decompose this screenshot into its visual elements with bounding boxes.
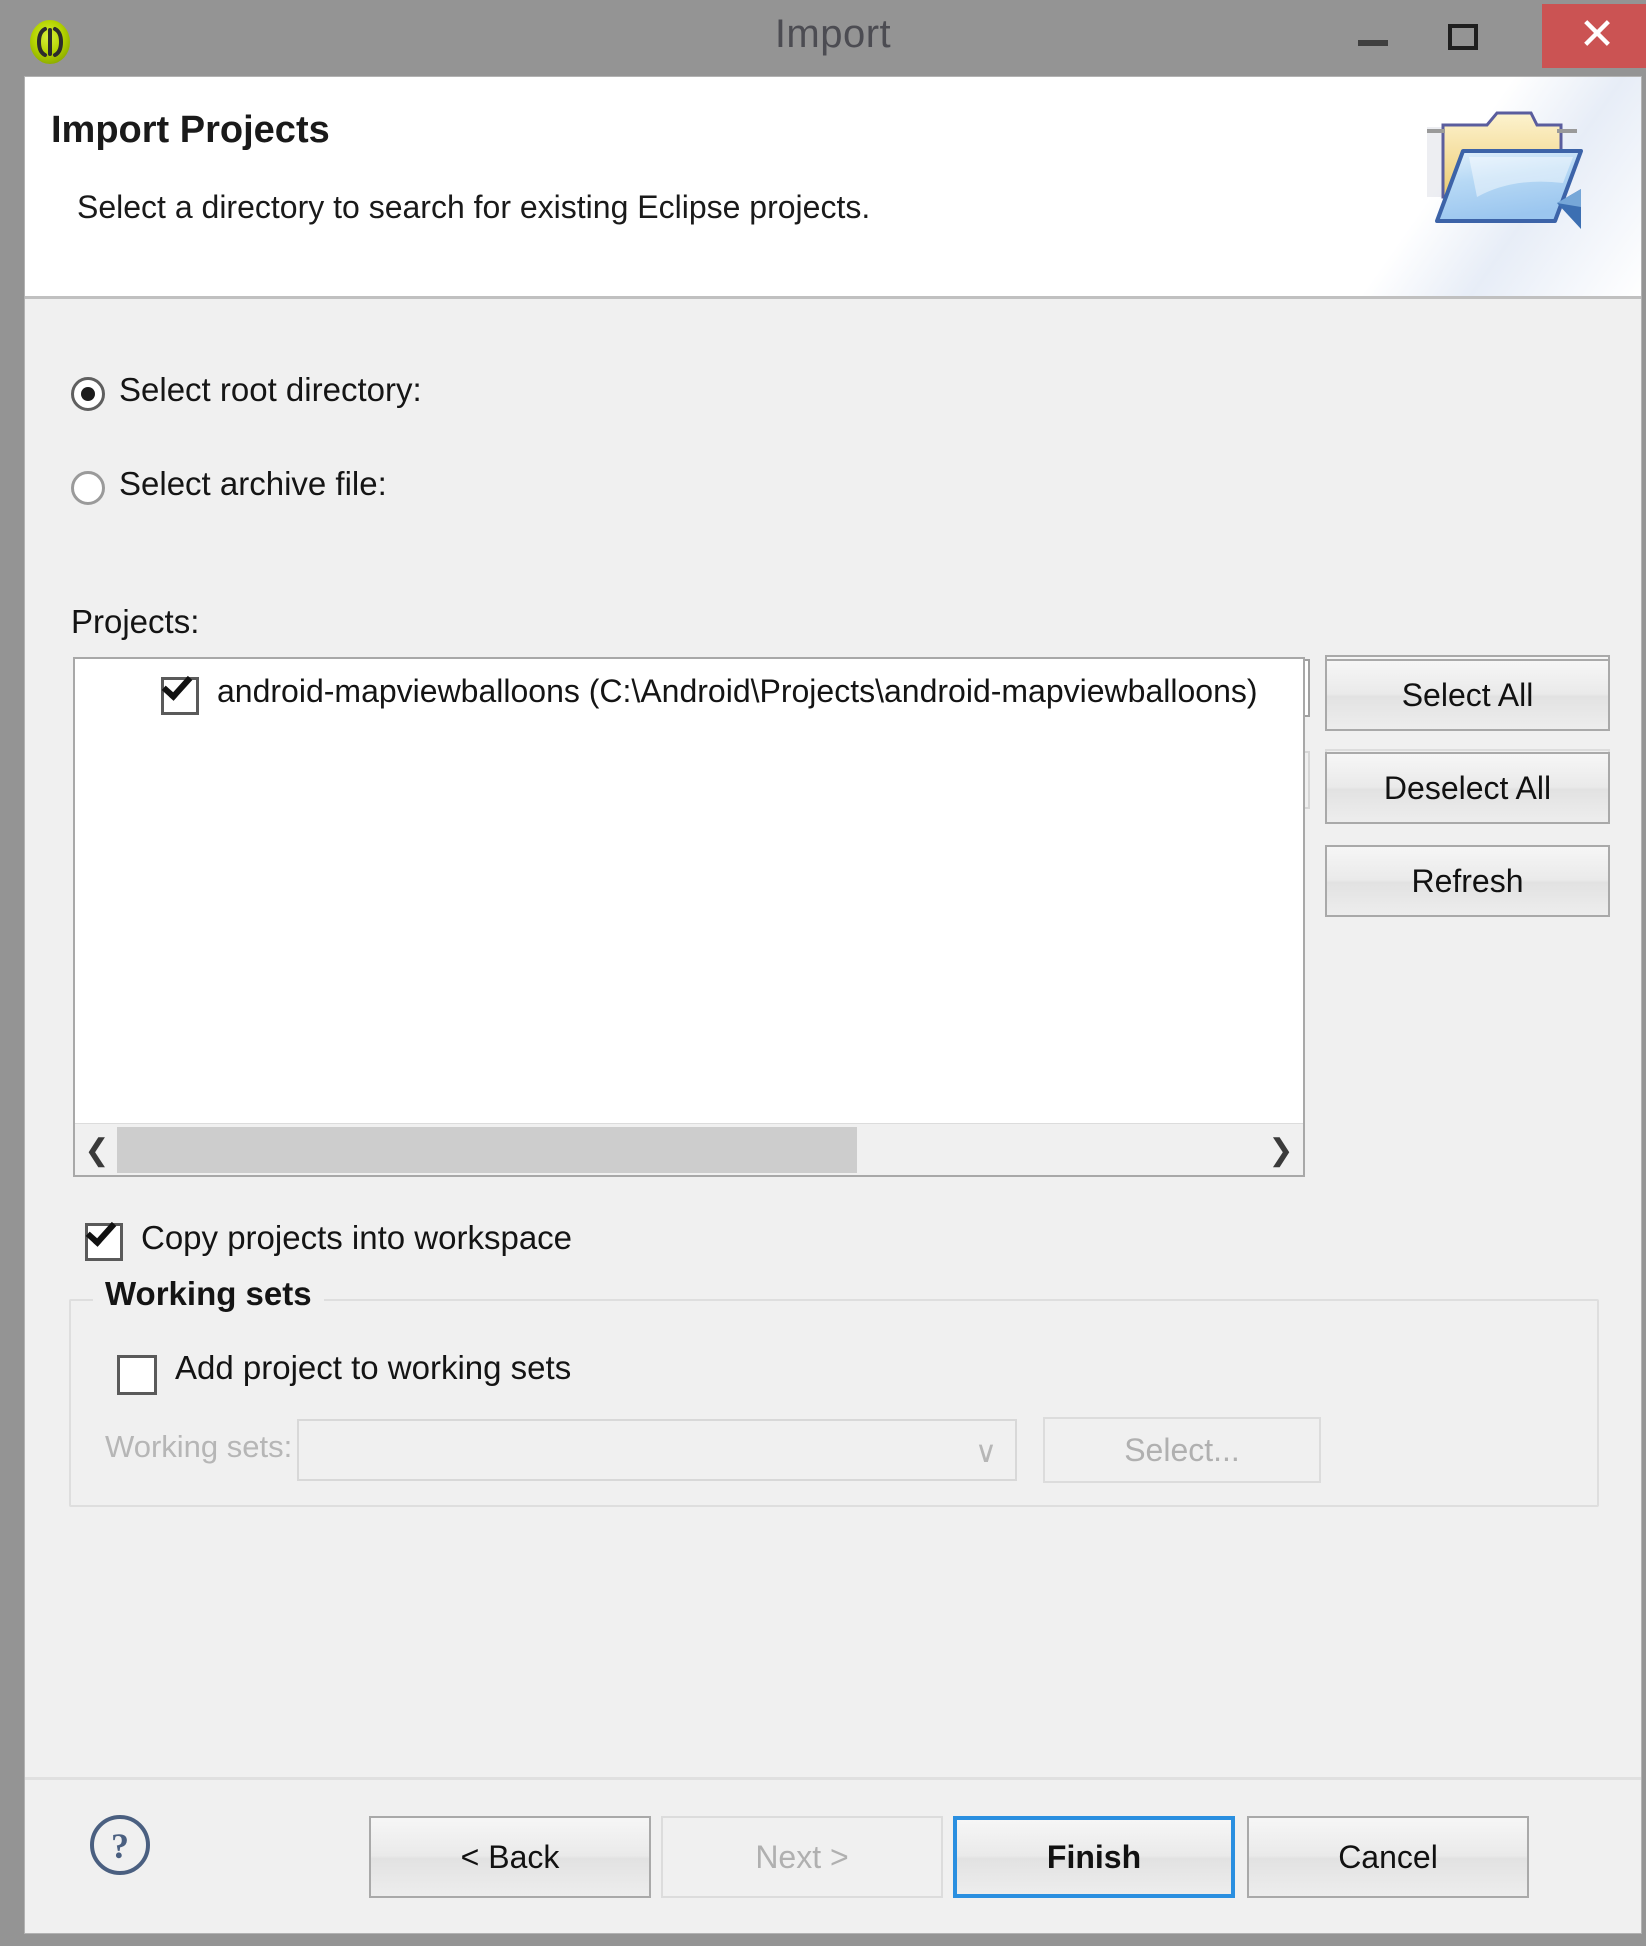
maximize-button[interactable]	[1418, 4, 1508, 68]
horizontal-scrollbar[interactable]: ❮ ❯	[75, 1123, 1303, 1175]
back-label: < Back	[460, 1838, 560, 1875]
working-sets-select-button[interactable]: Select...	[1043, 1417, 1321, 1483]
finish-label: Finish	[1046, 1838, 1142, 1875]
add-project-to-working-sets-label: Add project to working sets	[175, 1349, 572, 1386]
svg-text:?: ?	[111, 1826, 129, 1866]
project-label: android-mapviewballoons (C:\Android\Proj…	[217, 673, 1258, 709]
refresh-label: Refresh	[1411, 862, 1524, 899]
minimize-button[interactable]	[1328, 4, 1418, 68]
import-folder-icon	[1405, 99, 1595, 249]
deselect-all-button[interactable]: Deselect All	[1325, 752, 1610, 824]
close-icon: ✕	[1578, 10, 1616, 59]
scrollbar-thumb[interactable]	[117, 1127, 857, 1173]
chevron-down-icon: ∨	[975, 1436, 997, 1469]
deselect-all-label: Deselect All	[1383, 769, 1552, 806]
cancel-label: Cancel	[1338, 1838, 1438, 1875]
wizard-header: Import Projects Select a directory to se…	[25, 77, 1641, 299]
radio-dot	[81, 387, 95, 401]
radio-label-root: Select root directory:	[119, 371, 422, 408]
finish-button[interactable]: Finish	[953, 1816, 1235, 1898]
working-sets-group: Working sets Add project to working sets…	[69, 1275, 1599, 1507]
close-button[interactable]: ✕	[1542, 4, 1646, 68]
refresh-button[interactable]: Refresh	[1325, 845, 1610, 917]
radio-indicator-archive	[71, 471, 105, 505]
wizard-content: Select root directory: Select archive fi…	[25, 299, 1641, 1779]
chevron-right-icon[interactable]: ❯	[1261, 1124, 1301, 1176]
chevron-left-icon[interactable]: ❮	[77, 1124, 117, 1176]
dialog-footer: ? < Back Next > Finish Cancel	[25, 1777, 1641, 1933]
working-sets-select-label: Select...	[1124, 1431, 1240, 1468]
list-item[interactable]: android-mapviewballoons (C:\Android\Proj…	[75, 659, 1303, 729]
copy-projects-label: Copy projects into workspace	[141, 1219, 573, 1256]
radio-label-archive: Select archive file:	[119, 465, 387, 502]
title-bar[interactable]: Import ✕	[10, 4, 1646, 76]
cancel-button[interactable]: Cancel	[1247, 1816, 1529, 1898]
minimize-icon	[1358, 40, 1388, 46]
import-dialog-window: Import ✕ Import Projects Select a direct…	[0, 0, 1646, 1946]
maximize-icon	[1448, 24, 1478, 50]
page-description: Select a directory to search for existin…	[77, 189, 871, 225]
radio-indicator-root	[71, 377, 105, 411]
working-sets-legend: Working sets	[93, 1275, 324, 1313]
projects-label: Projects:	[71, 603, 200, 640]
select-all-button[interactable]: Select All	[1325, 659, 1610, 731]
projects-list[interactable]: android-mapviewballoons (C:\Android\Proj…	[73, 657, 1305, 1177]
next-button[interactable]: Next >	[661, 1816, 943, 1898]
checkmark-icon	[85, 1215, 117, 1247]
project-checkbox[interactable]	[161, 669, 199, 715]
dialog-body: Import Projects Select a directory to se…	[24, 76, 1642, 1934]
window-frame: Import ✕ Import Projects Select a direct…	[10, 4, 1646, 1936]
working-sets-field-label: Working sets:	[105, 1429, 293, 1464]
select-all-label: Select All	[1401, 676, 1534, 713]
back-button[interactable]: < Back	[369, 1816, 651, 1898]
next-label: Next >	[755, 1838, 849, 1875]
help-question-icon[interactable]: ?	[87, 1812, 153, 1878]
checkmark-icon	[161, 669, 193, 701]
working-sets-combo[interactable]: ∨	[297, 1419, 1017, 1481]
add-project-to-working-sets-checkbox[interactable]	[117, 1355, 157, 1395]
copy-projects-checkbox[interactable]	[85, 1215, 123, 1261]
page-title: Import Projects	[51, 109, 330, 151]
